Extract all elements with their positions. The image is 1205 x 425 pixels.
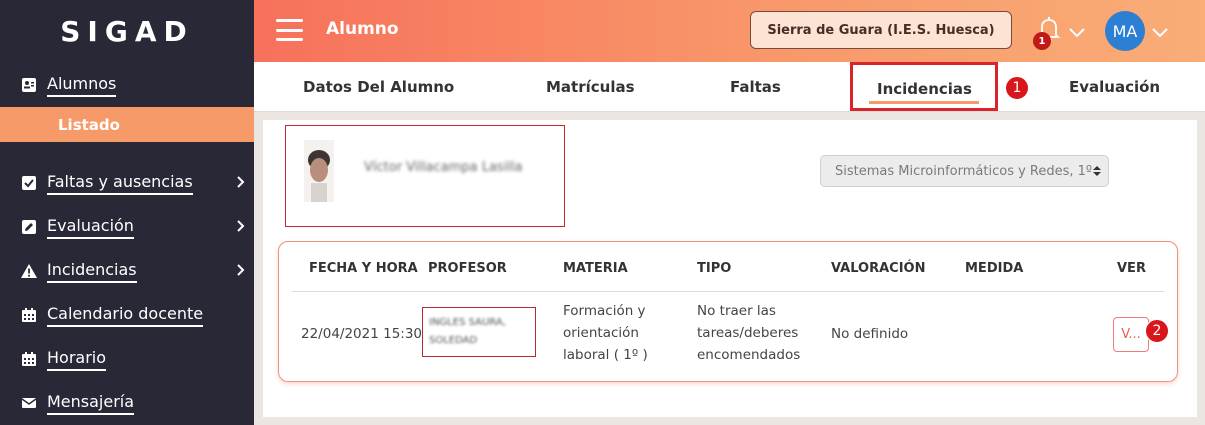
cell-fecha: 22/04/2021 15:30 [301,326,423,342]
chevron-down-icon[interactable] [1151,24,1169,43]
select-arrows-icon [1092,164,1102,182]
header-divider [292,291,1164,292]
warning-icon [20,262,38,280]
envelope-icon [20,394,38,412]
column-header: MEDIDA [965,261,1024,276]
cell-tipo: No traer las tareas/deberes encomendados [697,300,800,366]
sidebar-item-mensajeria[interactable]: Mensajería [20,390,254,416]
notification-badge: 1 [1033,32,1051,50]
app-logo: SIGAD [60,14,194,48]
column-header: TIPO [697,261,732,276]
cell-valoracion: No definido [831,326,909,342]
sidebar-item-label: Mensajería [47,392,135,415]
student-info: Víctor Villacampa Lasilla [285,125,565,227]
sidebar-item-incidencias[interactable]: Incidencias [20,258,254,284]
sidebar-item-label: Calendario docente [47,304,204,327]
tab-datos-alumno[interactable]: Datos Del Alumno [303,78,454,96]
center-selector-button[interactable]: Sierra de Guara (I.E.S. Huesca) [750,11,1012,49]
column-header: VER [1117,261,1146,276]
step-marker-1: 1 [1005,76,1029,100]
tab-incidencias[interactable]: Incidencias [877,80,972,98]
incidents-table: FECHA Y HORA PROFESOR MATERIA TIPO VALOR… [278,241,1178,382]
chevron-down-icon[interactable] [1068,24,1086,43]
sidebar-item-calendario[interactable]: Calendario docente [20,302,254,328]
calendar-icon [20,306,38,324]
cell-materia: Formación y orientación laboral ( 1º ) [563,300,648,366]
hamburger-menu-icon[interactable] [276,19,303,43]
top-header: Alumno Sierra de Guara (I.E.S. Huesca) 1… [254,0,1205,62]
sidebar-item-alumnos[interactable]: Alumnos [20,72,254,98]
sidebar-item-label: Evaluación [47,216,134,239]
calendar-icon [20,350,38,368]
sidebar: SIGAD Alumnos Listado Faltas y ausencias… [0,0,254,425]
sidebar-item-label: Faltas y ausencias [47,172,193,195]
materia-line: Formación y [563,303,646,319]
tipo-line: tareas/deberes [697,325,799,341]
column-header: FECHA Y HORA [309,261,418,276]
checkbox-icon [20,174,38,192]
avatar[interactable]: MA [1105,11,1145,51]
tab-faltas[interactable]: Faltas [730,78,781,96]
column-header: PROFESOR [428,261,507,276]
sidebar-item-faltas[interactable]: Faltas y ausencias [20,170,254,196]
sidebar-item-label: Alumnos [47,74,117,97]
sidebar-item-evaluacion[interactable]: Evaluación [20,214,254,240]
tab-evaluacion[interactable]: Evaluación [1069,78,1160,96]
course-select-value: Sistemas Microinformáticos y Redes, 1º [835,163,1093,179]
sidebar-item-label: Horario [47,348,107,371]
course-select[interactable]: Sistemas Microinformáticos y Redes, 1º [820,155,1109,187]
active-tab-indicator [869,101,979,104]
student-name: Víctor Villacampa Lasilla [364,160,523,175]
chevron-right-icon [236,262,246,281]
materia-line: orientación [563,325,639,341]
chevron-right-icon [236,174,246,193]
page-title: Alumno [326,19,399,39]
tab-matriculas[interactable]: Matrículas [546,78,635,96]
tab-bar: Datos Del Alumno Matrículas Faltas Incid… [254,62,1205,112]
edit-icon [20,218,38,236]
id-card-icon [20,76,38,94]
view-button[interactable]: V... [1113,317,1149,352]
profesor-line: INGLES SAURA, [429,317,506,328]
tipo-line: encomendados [697,347,801,363]
profesor-line: SOLEDAD [429,335,478,346]
column-header: MATERIA [563,261,628,276]
sidebar-item-label: Incidencias [47,260,137,283]
column-header: VALORACIÓN [831,261,926,276]
chevron-right-icon [236,218,246,237]
materia-line: laboral ( 1º ) [563,347,648,363]
student-photo [304,140,334,202]
tipo-line: No traer las [697,303,776,319]
cell-profesor: INGLES SAURA, SOLEDAD [422,307,536,357]
step-marker-2: 2 [1145,319,1169,343]
sidebar-item-horario[interactable]: Horario [20,346,254,372]
sidebar-subitem-listado[interactable]: Listado [0,107,254,142]
